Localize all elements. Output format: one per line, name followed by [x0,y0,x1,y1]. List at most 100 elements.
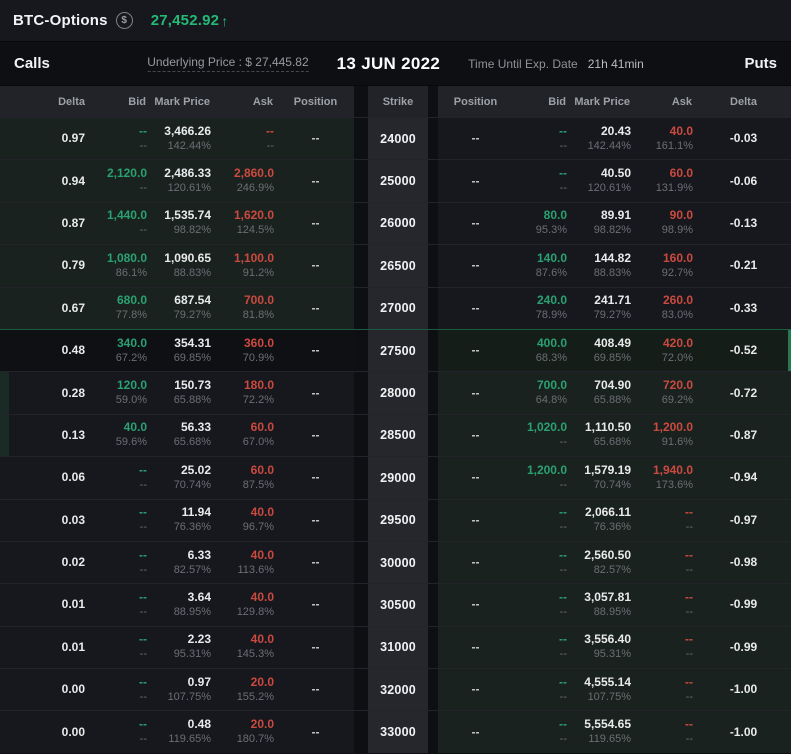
puts-mark-price[interactable]: 40.50120.61% [570,160,634,201]
option-row-26000[interactable]: 0.871,440.0--1,535.7498.82%1,620.0124.5%… [0,202,791,244]
option-row-32000[interactable]: 0.00----0.97107.75%20.0155.2%--32000----… [0,668,791,710]
calls-mark-price[interactable]: 1,090.6588.83% [150,245,214,286]
puts-bid[interactable]: 1,200.0-- [513,457,570,498]
puts-ask[interactable]: ---- [634,500,696,541]
calls-bid[interactable]: 1,080.086.1% [95,245,150,286]
calls-bid[interactable]: 680.077.8% [95,288,150,329]
puts-ask[interactable]: 1,200.091.6% [634,415,696,456]
calls-ask[interactable]: 2,860.0246.9% [214,160,277,201]
option-row-27500[interactable]: 0.48340.067.2%354.3169.85%360.070.9%--27… [0,329,791,371]
option-row-27000[interactable]: 0.67680.077.8%687.5479.27%700.081.8%--27… [0,287,791,329]
calls-mark-price[interactable]: 2.2395.31% [150,627,214,668]
puts-bid[interactable]: 1,020.0-- [513,415,570,456]
calls-mark-price[interactable]: 11.9476.36% [150,500,214,541]
puts-ask[interactable]: 420.072.0% [634,330,696,371]
puts-ask[interactable]: ---- [634,542,696,583]
calls-ask[interactable]: 60.087.5% [214,457,277,498]
calls-mark-price[interactable]: 354.3169.85% [150,330,214,371]
calls-bid[interactable]: 2,120.0-- [95,160,150,201]
puts-mark-price[interactable]: 3,556.4095.31% [570,627,634,668]
option-row-28500[interactable]: 0.1340.059.6%56.3365.68%60.067.0%--28500… [0,414,791,456]
puts-mark-price[interactable]: 2,066.1176.36% [570,500,634,541]
puts-section-label[interactable]: Puts [744,55,777,72]
calls-bid[interactable]: 340.067.2% [95,330,150,371]
puts-mark-price[interactable]: 144.8288.83% [570,245,634,286]
calls-ask[interactable]: 40.0145.3% [214,627,277,668]
option-row-29000[interactable]: 0.06----25.0270.74%60.087.5%--29000--1,2… [0,456,791,498]
calls-bid[interactable]: 1,440.0-- [95,203,150,244]
puts-mark-price[interactable]: 20.43142.44% [570,118,634,159]
calls-bid[interactable]: ---- [95,542,150,583]
calls-mark-price[interactable]: 3.6488.95% [150,584,214,625]
puts-ask[interactable]: 1,940.0173.6% [634,457,696,498]
puts-mark-price[interactable]: 704.9065.88% [570,372,634,413]
option-row-26500[interactable]: 0.791,080.086.1%1,090.6588.83%1,100.091.… [0,244,791,286]
puts-bid[interactable]: ---- [513,542,570,583]
puts-bid[interactable]: ---- [513,500,570,541]
puts-mark-price[interactable]: 1,579.1970.74% [570,457,634,498]
puts-ask[interactable]: 60.0131.9% [634,160,696,201]
calls-mark-price[interactable]: 0.97107.75% [150,669,214,710]
puts-ask[interactable]: 260.083.0% [634,288,696,329]
option-row-25000[interactable]: 0.942,120.0--2,486.33120.61%2,860.0246.9… [0,159,791,201]
puts-bid[interactable]: ---- [513,627,570,668]
calls-section-label[interactable]: Calls [14,55,50,72]
puts-ask[interactable]: 40.0161.1% [634,118,696,159]
calls-mark-price[interactable]: 0.48119.65% [150,711,214,752]
puts-ask[interactable]: 720.069.2% [634,372,696,413]
puts-bid[interactable]: ---- [513,118,570,159]
puts-mark-price[interactable]: 3,057.8188.95% [570,584,634,625]
calls-mark-price[interactable]: 687.5479.27% [150,288,214,329]
calls-mark-price[interactable]: 6.3382.57% [150,542,214,583]
calls-bid[interactable]: ---- [95,457,150,498]
puts-mark-price[interactable]: 241.7179.27% [570,288,634,329]
puts-bid[interactable]: 700.064.8% [513,372,570,413]
puts-bid[interactable]: ---- [513,584,570,625]
calls-ask[interactable]: 360.070.9% [214,330,277,371]
expiry-date[interactable]: 13 JUN 2022 [337,54,440,74]
puts-ask[interactable]: 90.098.9% [634,203,696,244]
puts-mark-price[interactable]: 89.9198.82% [570,203,634,244]
calls-ask[interactable]: ---- [214,118,277,159]
calls-ask[interactable]: 40.0113.6% [214,542,277,583]
calls-mark-price[interactable]: 56.3365.68% [150,415,214,456]
puts-ask[interactable]: ---- [634,627,696,668]
puts-mark-price[interactable]: 408.4969.85% [570,330,634,371]
puts-bid[interactable]: 140.087.6% [513,245,570,286]
option-row-30000[interactable]: 0.02----6.3382.57%40.0113.6%--30000-----… [0,541,791,583]
calls-mark-price[interactable]: 1,535.7498.82% [150,203,214,244]
calls-ask[interactable]: 1,100.091.2% [214,245,277,286]
calls-ask[interactable]: 20.0180.7% [214,711,277,752]
puts-bid[interactable]: 80.095.3% [513,203,570,244]
option-row-33000[interactable]: 0.00----0.48119.65%20.0180.7%--33000----… [0,710,791,752]
puts-ask[interactable]: ---- [634,669,696,710]
puts-bid[interactable]: ---- [513,711,570,752]
option-row-31000[interactable]: 0.01----2.2395.31%40.0145.3%--31000-----… [0,626,791,668]
puts-mark-price[interactable]: 2,560.5082.57% [570,542,634,583]
puts-ask[interactable]: ---- [634,584,696,625]
calls-ask[interactable]: 20.0155.2% [214,669,277,710]
calls-bid[interactable]: ---- [95,118,150,159]
puts-ask[interactable]: ---- [634,711,696,752]
option-row-28000[interactable]: 0.28120.059.0%150.7365.88%180.072.2%--28… [0,371,791,413]
calls-ask[interactable]: 60.067.0% [214,415,277,456]
option-row-30500[interactable]: 0.01----3.6488.95%40.0129.8%--30500-----… [0,583,791,625]
calls-bid[interactable]: ---- [95,500,150,541]
calls-bid[interactable]: ---- [95,711,150,752]
option-row-29500[interactable]: 0.03----11.9476.36%40.096.7%--29500-----… [0,499,791,541]
calls-bid[interactable]: 120.059.0% [95,372,150,413]
puts-mark-price[interactable]: 5,554.65119.65% [570,711,634,752]
calls-mark-price[interactable]: 3,466.26142.44% [150,118,214,159]
calls-bid[interactable]: ---- [95,669,150,710]
calls-ask[interactable]: 40.0129.8% [214,584,277,625]
puts-bid[interactable]: ---- [513,669,570,710]
calls-ask[interactable]: 1,620.0124.5% [214,203,277,244]
calls-bid[interactable]: ---- [95,584,150,625]
puts-bid[interactable]: ---- [513,160,570,201]
calls-mark-price[interactable]: 2,486.33120.61% [150,160,214,201]
calls-bid[interactable]: ---- [95,627,150,668]
calls-bid[interactable]: 40.059.6% [95,415,150,456]
option-row-24000[interactable]: 0.97----3,466.26142.44%------24000------… [0,117,791,159]
calls-ask[interactable]: 40.096.7% [214,500,277,541]
calls-ask[interactable]: 700.081.8% [214,288,277,329]
